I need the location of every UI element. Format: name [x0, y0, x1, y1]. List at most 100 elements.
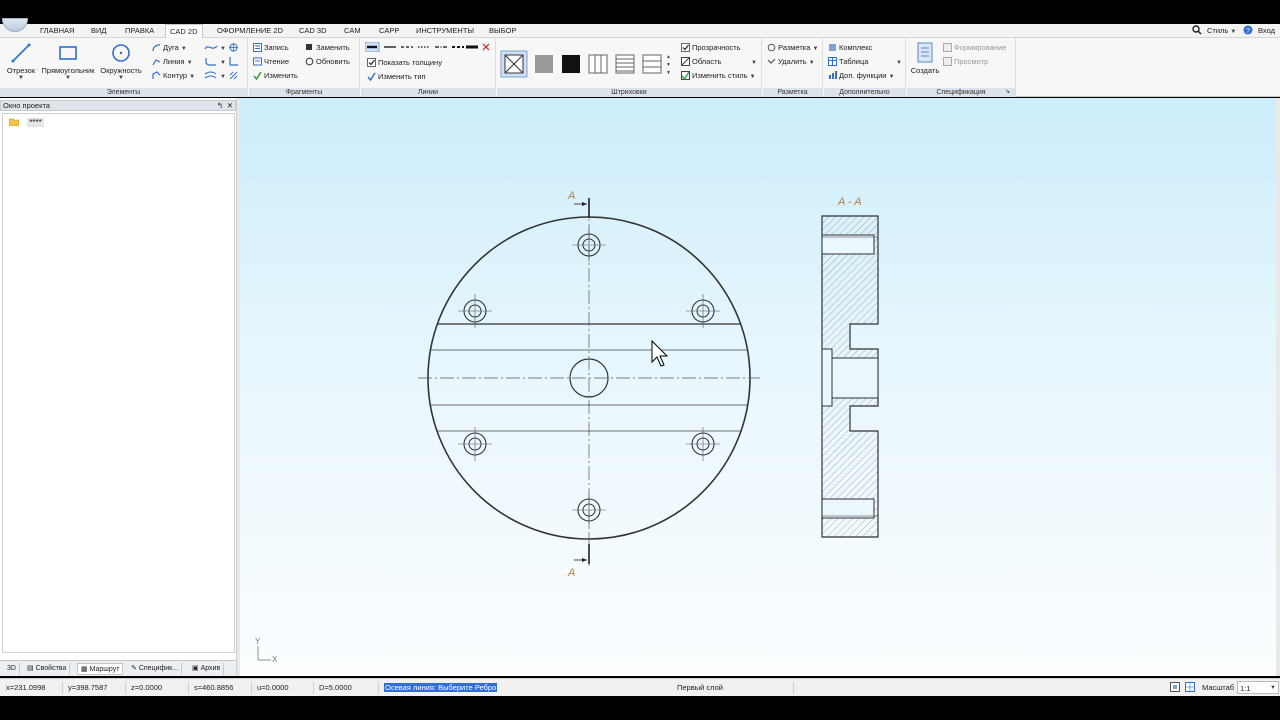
tab-specification[interactable]: ✎ Специфик...: [128, 663, 183, 675]
record-icon: [253, 43, 262, 52]
contour-label: Контур: [163, 71, 188, 80]
show-thickness-checkbox[interactable]: Показать толщину: [367, 57, 442, 68]
route-icon: ▦: [81, 666, 88, 673]
tab-tools[interactable]: ИНСТРУМЕНТЫ: [412, 24, 478, 38]
more-functions-label: Доп. функции: [839, 71, 887, 80]
drawing-canvas[interactable]: A A A - A Y X: [240, 98, 1276, 676]
tab-archive[interactable]: ▣ Архив: [189, 663, 225, 675]
group-markup-title: Разметка: [763, 88, 822, 97]
style-dropdown[interactable]: Стиль ▼: [1207, 24, 1236, 38]
section-mark-bottom[interactable]: A: [567, 544, 590, 579]
markup-button[interactable]: Разметка ▼: [767, 42, 818, 55]
replace-button[interactable]: Заменить: [305, 42, 350, 53]
front-view[interactable]: A A: [418, 190, 760, 579]
style-label: Стиль: [1207, 26, 1229, 35]
section-mark-top[interactable]: A: [567, 190, 590, 218]
delete-markup-button[interactable]: Удалить ▼: [767, 56, 815, 69]
contour-button[interactable]: Контур ▼: [152, 70, 195, 83]
coord-x: x=231.0998: [6, 683, 46, 692]
tree-item[interactable]: ****: [8, 118, 44, 128]
slot-lines[interactable]: [420, 323, 760, 432]
chamfer-icon[interactable]: [229, 56, 240, 67]
offset-button[interactable]: ▼: [204, 70, 226, 83]
tab-3d[interactable]: 3D: [4, 663, 20, 675]
formation-button[interactable]: Формирование: [943, 42, 1006, 53]
line-style-picker[interactable]: [364, 41, 491, 53]
hatch-style-gallery[interactable]: ▲ ▼ ▼: [500, 50, 672, 78]
arc-button[interactable]: Дуга ▼: [152, 42, 187, 55]
change-style-button[interactable]: Изменить стиль ▼: [681, 70, 756, 83]
grid-icon[interactable]: [1185, 679, 1195, 697]
chevron-down-icon: ▼: [751, 60, 757, 66]
bolt-hole[interactable]: [686, 294, 720, 328]
bolt-hole[interactable]: [458, 427, 492, 461]
circle-button[interactable]: Окружность ▼: [98, 42, 144, 81]
bolt-hole[interactable]: [572, 493, 606, 527]
tab-cad-2d[interactable]: CAD 2D: [165, 24, 203, 39]
cad-application: ГЛАВНАЯ ВИД ПРАВКА CAD 2D ОФОРМЛЕНИЕ 2D …: [0, 0, 1280, 720]
search-icon[interactable]: [1192, 24, 1202, 38]
group-elements: Отрезок ▼ Прямоугольник ▼ Окружность ▼ Д…: [0, 38, 248, 97]
change-type-button[interactable]: Изменить тип: [367, 71, 426, 82]
help-icon[interactable]: ?: [1243, 24, 1253, 38]
bolt-hole[interactable]: [458, 294, 492, 328]
rectangle-button[interactable]: Прямоугольник ▼: [40, 42, 96, 81]
refresh-button[interactable]: Обновить: [305, 56, 350, 67]
circle-label: Окружность: [100, 66, 142, 75]
snap-icon[interactable]: [1170, 679, 1180, 697]
read-button[interactable]: Чтение: [253, 56, 289, 67]
app-logo[interactable]: [2, 18, 28, 32]
scale-select[interactable]: 1:1 ▼: [1237, 681, 1279, 694]
segment-button[interactable]: Отрезок ▼: [4, 42, 38, 81]
panel-tabs: 3D ▤ Свойства ▦ Маршрут ✎ Специфик... ▣ …: [0, 660, 236, 676]
group-extra-title: Дополнительно: [824, 88, 905, 97]
line-button[interactable]: Линия ▼: [152, 56, 193, 69]
layer-indicator[interactable]: Первый слой: [677, 679, 723, 697]
line-label: Линия: [163, 57, 185, 66]
node-icon[interactable]: [229, 42, 240, 53]
table-dropdown[interactable]: ▼: [896, 56, 902, 69]
login-button[interactable]: Вход: [1258, 24, 1275, 38]
delete-label: Удалить: [778, 57, 807, 66]
area-button[interactable]: Область: [681, 56, 721, 67]
tab-cam[interactable]: CAM: [340, 24, 365, 38]
area-icon: [681, 57, 690, 66]
table-button[interactable]: Таблица: [828, 56, 868, 67]
delete-icon: [767, 58, 776, 64]
tab-drafting-2d[interactable]: ОФОРМЛЕНИЕ 2D: [213, 24, 287, 38]
section-view[interactable]: A - A: [821, 196, 879, 538]
tab-edit[interactable]: ПРАВКА: [121, 24, 158, 38]
more-functions-button[interactable]: Доп. функции ▼: [828, 70, 895, 83]
section-hole-top[interactable]: [821, 234, 875, 255]
section-hole-bottom[interactable]: [821, 498, 875, 519]
dialog-launcher-icon[interactable]: ↘: [1005, 89, 1012, 96]
line-icon: [152, 59, 161, 66]
edit-fragment-button[interactable]: Изменить: [253, 70, 298, 81]
create-spec-button[interactable]: Создать: [909, 42, 941, 75]
tab-properties[interactable]: ▤ Свойства: [24, 663, 71, 675]
area-dropdown[interactable]: ▼: [751, 56, 757, 69]
fillet-button[interactable]: ▼: [204, 56, 226, 69]
vertical-scrollbar[interactable]: [1276, 98, 1280, 676]
chevron-down-icon: ▼: [1270, 685, 1276, 691]
tab-home[interactable]: ГЛАВНАЯ: [36, 24, 78, 38]
pin-icon[interactable]: ↰: [217, 101, 223, 110]
tab-capp[interactable]: CAPP: [375, 24, 403, 38]
complex-button[interactable]: Комплекс: [828, 42, 872, 53]
bolt-hole[interactable]: [572, 228, 606, 262]
tab-cad-3d[interactable]: CAD 3D: [295, 24, 331, 38]
tab-route[interactable]: ▦ Маршрут: [77, 663, 124, 675]
tab-selection[interactable]: ВЫБОР: [485, 24, 520, 38]
tab-view[interactable]: ВИД: [87, 24, 110, 38]
hatch-tool-icon[interactable]: [229, 70, 240, 81]
checkbox-icon: [681, 43, 690, 52]
close-icon[interactable]: ✕: [227, 101, 233, 110]
spline-button[interactable]: ▼: [204, 42, 226, 55]
rectangle-label: Прямоугольник: [41, 66, 95, 75]
section-counterbore[interactable]: [821, 348, 833, 407]
bolt-hole[interactable]: [686, 427, 720, 461]
preview-button[interactable]: Просмотр: [943, 56, 988, 67]
section-bore[interactable]: [831, 357, 879, 399]
record-button[interactable]: Запись: [253, 42, 289, 53]
transparency-checkbox[interactable]: Прозрачность: [681, 42, 741, 53]
